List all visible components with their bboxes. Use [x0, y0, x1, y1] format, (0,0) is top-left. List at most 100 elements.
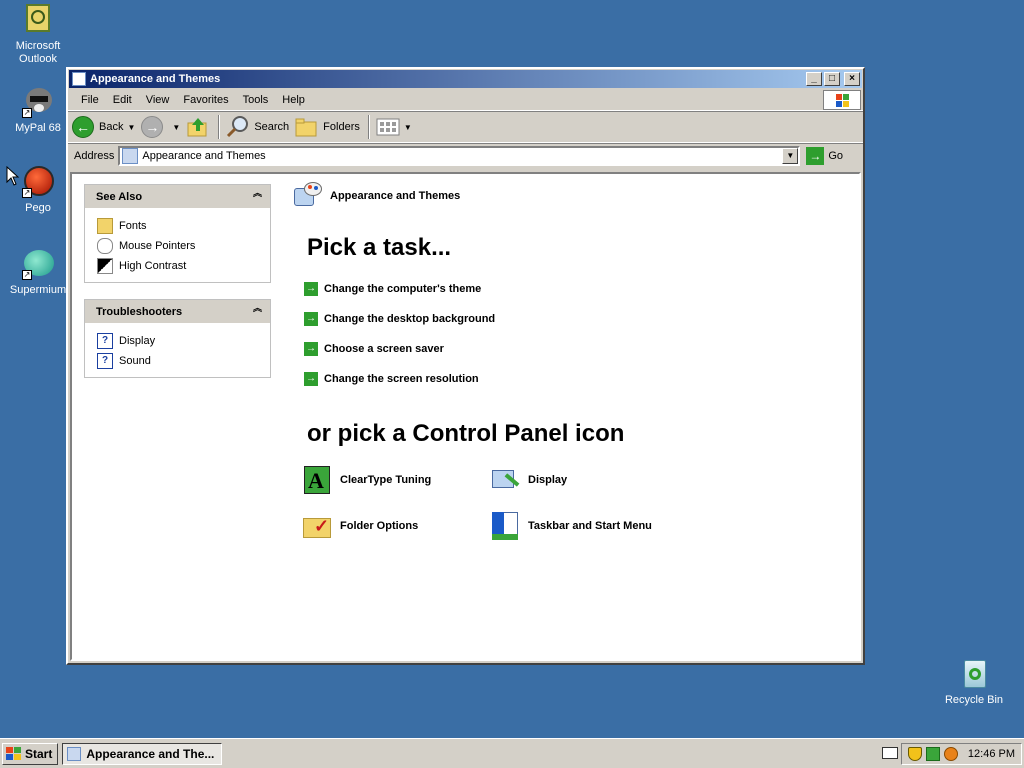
pego-icon: ↗ [22, 166, 54, 198]
taskbar: Start Appearance and The... 12:46 PM [0, 738, 1024, 768]
address-field[interactable]: Appearance and Themes ▼ [118, 145, 801, 166]
dropdown-arrow-icon[interactable]: ▼ [172, 123, 180, 132]
see-also-high-contrast-link[interactable]: High Contrast [97, 256, 270, 276]
windows-flag-icon [6, 746, 22, 761]
cleartype-icon: A [302, 464, 334, 496]
help-icon: ? [97, 353, 113, 369]
desktop-icon-outlook[interactable]: Microsoft Outlook [0, 4, 76, 66]
maximize-button[interactable]: □ [824, 72, 840, 86]
cp-folder-options[interactable]: ✓ Folder Options [302, 510, 418, 542]
see-also-fonts-link[interactable]: Fonts [97, 216, 270, 236]
troubleshooters-header[interactable]: Troubleshooters ︽ [85, 300, 270, 323]
toolbar: ← Back ▼ → ▼ Search Folders ▼ [68, 111, 863, 143]
security-shield-icon[interactable] [907, 747, 922, 761]
folders-icon [295, 118, 317, 137]
menu-favorites[interactable]: Favorites [176, 94, 235, 106]
start-button[interactable]: Start [2, 742, 59, 765]
cp-taskbar-start-menu[interactable]: Taskbar and Start Menu [490, 510, 652, 542]
go-button[interactable]: → Go [806, 146, 843, 165]
windows-logo-icon [823, 90, 861, 110]
cp-display[interactable]: Display [490, 464, 567, 496]
troubleshooter-display-link[interactable]: ? Display [97, 331, 270, 351]
task-change-theme[interactable]: → Change the computer's theme [304, 282, 481, 296]
go-arrow-icon: → [806, 146, 825, 165]
window-icon [67, 746, 82, 761]
search-button[interactable]: Search [226, 115, 289, 139]
explorer-window: Appearance and Themes _ □ × File Edit Vi… [66, 67, 865, 665]
troubleshooters-panel: Troubleshooters ︽ ? Display ? Sound [84, 299, 271, 378]
help-icon: ? [97, 333, 113, 349]
menu-tools[interactable]: Tools [236, 94, 276, 106]
views-icon [376, 118, 400, 136]
shortcut-arrow-icon: ↗ [22, 188, 32, 198]
address-dropdown-button[interactable]: ▼ [782, 147, 799, 164]
window-icon [72, 72, 86, 86]
content-area: See Also ︽ Fonts Mouse Pointers High Con… [70, 172, 861, 661]
mypal-icon: ↗ [22, 86, 54, 118]
green-arrow-icon: → [304, 342, 318, 356]
green-arrow-icon: → [304, 282, 318, 296]
mouse-cursor-icon [6, 166, 20, 186]
menu-file[interactable]: File [74, 94, 106, 106]
shortcut-arrow-icon: ↗ [22, 270, 32, 280]
taskbar-window-button[interactable]: Appearance and The... [62, 742, 223, 765]
collapse-chevron-icon[interactable]: ︽ [253, 189, 262, 198]
desktop-icon-mypal[interactable]: ↗ MyPal 68 [0, 86, 76, 135]
control-panel-icon [122, 147, 139, 164]
recycle-bin-icon [958, 658, 990, 690]
back-button[interactable]: ← Back ▼ [72, 116, 135, 138]
see-also-panel: See Also ︽ Fonts Mouse Pointers High Con… [84, 184, 271, 283]
task-screen-resolution[interactable]: → Change the screen resolution [304, 372, 479, 386]
system-tray: 12:46 PM [900, 743, 1022, 765]
taskbar-start-menu-icon [490, 510, 522, 542]
close-button[interactable]: × [844, 72, 860, 86]
menu-edit[interactable]: Edit [106, 94, 139, 106]
shortcut-arrow-icon: ↗ [22, 108, 32, 118]
pick-icon-heading: or pick a Control Panel icon [307, 420, 625, 447]
menu-view[interactable]: View [139, 94, 177, 106]
menu-help[interactable]: Help [275, 94, 312, 106]
outlook-icon [22, 4, 54, 36]
appearance-themes-icon [292, 180, 324, 212]
up-folder-button[interactable] [186, 115, 210, 139]
fonts-folder-icon [97, 218, 113, 234]
category-title: Appearance and Themes [292, 180, 460, 212]
task-change-background[interactable]: → Change the desktop background [304, 312, 495, 326]
green-arrow-icon: → [304, 312, 318, 326]
search-icon [227, 116, 249, 138]
dropdown-arrow-icon[interactable]: ▼ [404, 123, 412, 132]
green-arrow-icon: → [304, 372, 318, 386]
up-folder-icon [187, 118, 207, 137]
toolbar-separator [367, 115, 370, 139]
task-screen-saver[interactable]: → Choose a screen saver [304, 342, 444, 356]
desktop-icon-recycle-bin[interactable]: Recycle Bin [936, 658, 1012, 707]
folder-options-icon: ✓ [302, 510, 334, 542]
menu-bar: File Edit View Favorites Tools Help [68, 89, 863, 111]
troubleshooter-sound-link[interactable]: ? Sound [97, 351, 270, 371]
dropdown-arrow-icon[interactable]: ▼ [127, 123, 135, 132]
minimize-button[interactable]: _ [806, 72, 822, 86]
toolbar-separator [218, 115, 221, 139]
see-also-header[interactable]: See Also ︽ [85, 185, 270, 208]
supermium-icon: ↗ [22, 248, 54, 280]
forward-button[interactable]: → ▼ [141, 116, 180, 138]
clock[interactable]: 12:46 PM [968, 748, 1015, 760]
see-also-mouse-pointers-link[interactable]: Mouse Pointers [97, 236, 270, 256]
address-label: Address [74, 149, 115, 162]
back-arrow-icon: ← [72, 116, 94, 138]
desktop-icon-supermium[interactable]: ↗ Supermium [0, 248, 76, 297]
folders-button[interactable]: Folders [295, 115, 360, 139]
pick-task-heading: Pick a task... [307, 234, 452, 261]
collapse-chevron-icon[interactable]: ︽ [253, 304, 262, 313]
address-bar: Address Appearance and Themes ▼ → Go [68, 143, 863, 167]
forward-arrow-icon: → [141, 116, 164, 138]
display-icon [490, 464, 522, 496]
address-value: Appearance and Themes [142, 149, 266, 162]
search-tray-icon[interactable] [943, 747, 958, 761]
keyboard-icon[interactable] [882, 747, 898, 759]
network-icon[interactable] [925, 747, 940, 761]
cp-cleartype-tuning[interactable]: A ClearType Tuning [302, 464, 431, 496]
title-bar[interactable]: Appearance and Themes _ □ × [69, 70, 862, 88]
window-title: Appearance and Themes [90, 73, 221, 85]
views-button[interactable]: ▼ [376, 117, 412, 137]
